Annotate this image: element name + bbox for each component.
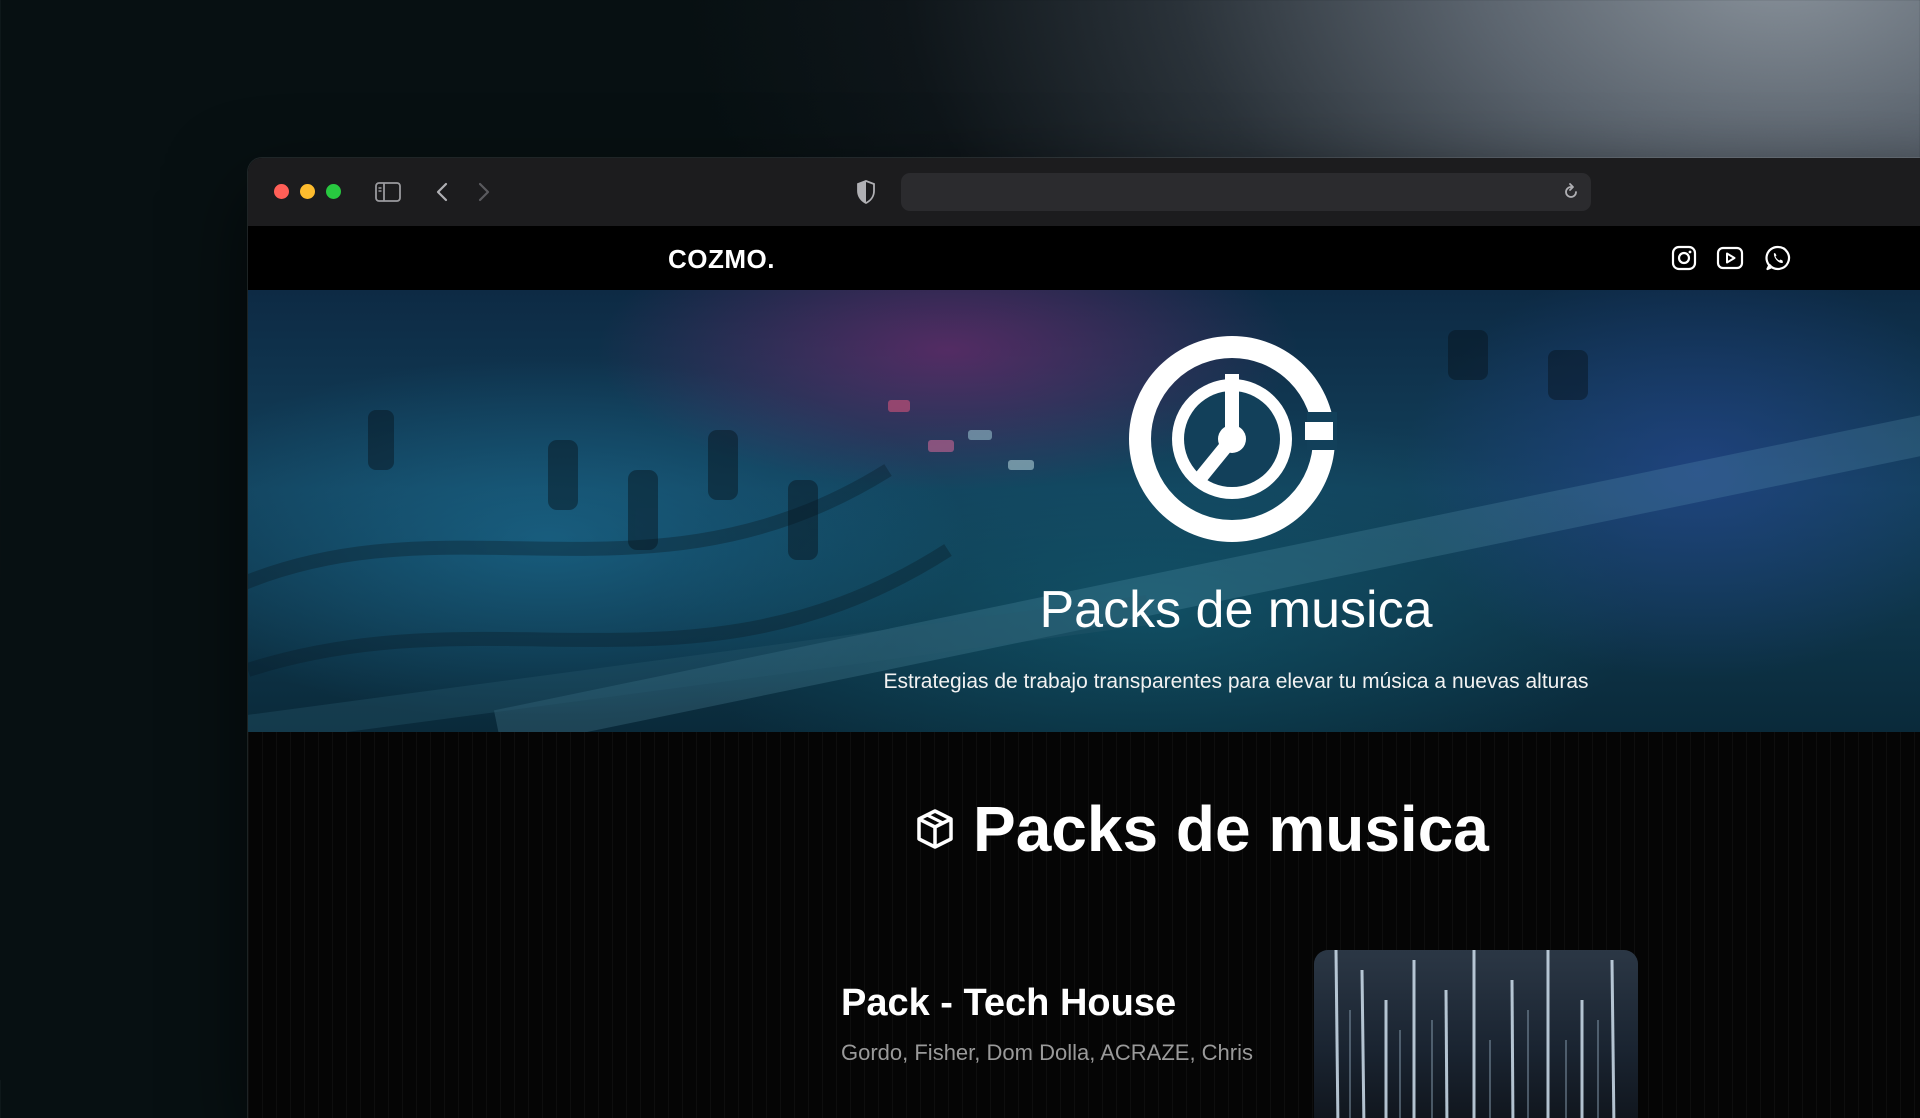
pack-cover-image[interactable] bbox=[1314, 950, 1638, 1118]
pack-title[interactable]: Pack - Tech House bbox=[841, 982, 1176, 1025]
forward-arrow-icon[interactable] bbox=[474, 178, 494, 206]
brand-logo-text[interactable]: COZMO. bbox=[668, 244, 775, 275]
back-arrow-icon[interactable] bbox=[432, 178, 452, 206]
instagram-icon[interactable] bbox=[1670, 244, 1698, 272]
packs-section: Packs de musica Pack - Tech House Gordo,… bbox=[248, 732, 1920, 1118]
close-window-button[interactable] bbox=[274, 184, 289, 199]
site-header: COZMO. bbox=[248, 226, 1920, 290]
browser-toolbar bbox=[248, 158, 1920, 227]
reload-icon[interactable] bbox=[1561, 182, 1581, 202]
section-title: Packs de musica bbox=[973, 793, 1489, 865]
shield-icon[interactable] bbox=[854, 178, 878, 206]
pack-cover-art bbox=[1334, 950, 1616, 1118]
brand-emblem-icon bbox=[1129, 336, 1337, 542]
hero-subtitle: Estrategias de trabajo transparentes par… bbox=[883, 670, 1589, 693]
hero-banner: Packs de musica Estrategias de trabajo t… bbox=[248, 290, 1920, 732]
hero-background-image bbox=[248, 330, 1920, 732]
sidebar-icon[interactable] bbox=[374, 178, 402, 206]
whatsapp-icon[interactable] bbox=[1764, 244, 1792, 272]
browser-window: COZMO. Packs de musica Estrategias de tr… bbox=[248, 158, 1920, 1118]
maximize-window-button[interactable] bbox=[326, 184, 341, 199]
minimize-window-button[interactable] bbox=[300, 184, 315, 199]
address-bar[interactable] bbox=[901, 173, 1591, 211]
box-icon bbox=[917, 809, 953, 849]
section-heading: Packs de musica bbox=[913, 792, 1489, 866]
hero-title: Packs de musica bbox=[1039, 581, 1433, 639]
youtube-icon[interactable] bbox=[1716, 244, 1744, 272]
pack-artists: Gordo, Fisher, Dom Dolla, ACRAZE, Chris bbox=[841, 1040, 1254, 1065]
